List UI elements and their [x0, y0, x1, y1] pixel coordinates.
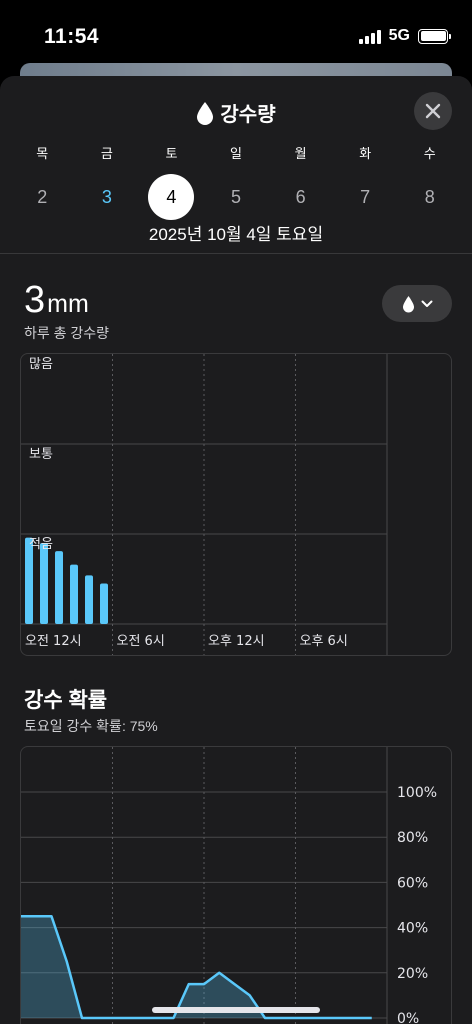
- divider: [0, 253, 472, 254]
- y-level-label: 적음: [29, 537, 53, 552]
- precipitation-probability-svg: 100% 80% 60% 40% 20% 0%: [21, 747, 437, 1024]
- network-type: 5G: [388, 27, 410, 44]
- day-item[interactable]: 금 3: [75, 146, 140, 220]
- y-tick-label: 80%: [397, 830, 428, 846]
- day-number-selected[interactable]: 4: [148, 174, 195, 220]
- week-selector: 목 2 금 3 토 4 일 5 월 6 화 7 수 8: [10, 146, 462, 220]
- day-item[interactable]: 수 8: [397, 146, 462, 220]
- raindrop-icon: [402, 295, 414, 312]
- day-number[interactable]: 2: [19, 174, 65, 220]
- total-subtitle: 하루 총 강수량: [24, 325, 110, 341]
- sheet-title-text: 강수량: [220, 104, 276, 126]
- daily-total: 3 mm: [24, 279, 89, 322]
- day-number[interactable]: 7: [342, 174, 388, 220]
- metric-dropdown-button[interactable]: [382, 285, 452, 322]
- precipitation-bar: [100, 583, 108, 624]
- raindrop-icon: [197, 101, 214, 125]
- day-name: 월: [294, 146, 307, 161]
- precipitation-amount-svg: 많음보통적음 오전 12시 오전 6시 오후 12시 오후 6시: [21, 354, 388, 655]
- close-button[interactable]: [414, 92, 452, 130]
- x-tick-label: 오전 6시: [117, 634, 165, 649]
- y-level-label: 많음: [29, 357, 53, 372]
- precipitation-bar: [55, 551, 63, 624]
- y-tick-label: 100%: [397, 785, 437, 801]
- close-icon: [425, 103, 441, 119]
- day-name: 목: [36, 146, 49, 161]
- day-name: 금: [100, 146, 113, 161]
- day-number[interactable]: 5: [213, 174, 259, 220]
- day-name: 수: [423, 146, 436, 161]
- day-number-today[interactable]: 3: [84, 174, 130, 220]
- y-level-label: 보통: [29, 447, 53, 462]
- day-item[interactable]: 화 7: [333, 146, 398, 220]
- day-item[interactable]: 월 6: [268, 146, 333, 220]
- signal-icon: [358, 28, 381, 44]
- x-tick-label: 오후 6시: [300, 634, 348, 649]
- day-item[interactable]: 목 2: [10, 146, 75, 220]
- precipitation-bar: [85, 575, 93, 624]
- y-tick-label: 0%: [397, 1011, 419, 1024]
- chevron-down-icon: [421, 300, 432, 307]
- status-bar: 11:54 5G: [0, 0, 472, 70]
- x-tick-label: 오전 12시: [25, 634, 82, 649]
- precipitation-bar: [70, 564, 78, 624]
- sheet-title: 강수량: [0, 98, 472, 127]
- day-name: 화: [359, 146, 372, 161]
- x-tick-label: 오후 12시: [208, 634, 265, 649]
- precipitation-sheet: 강수량 목 2 금 3 토 4 일 5 월 6 화 7 수 8 2025년 10…: [0, 76, 472, 1024]
- precipitation-bar: [40, 543, 48, 624]
- day-item[interactable]: 토 4: [139, 146, 204, 220]
- y-tick-label: 20%: [397, 966, 428, 982]
- day-number[interactable]: 6: [278, 174, 324, 220]
- total-unit: mm: [47, 290, 89, 318]
- probability-subtitle: 토요일 강수 확률: 75%: [24, 718, 158, 734]
- total-value: 3: [24, 279, 46, 321]
- precipitation-probability-chart: 100% 80% 60% 40% 20% 0%: [20, 746, 452, 1024]
- probability-title: 강수 확률: [24, 689, 108, 712]
- day-number[interactable]: 8: [407, 174, 453, 220]
- precipitation-amount-chart: 많음보통적음 오전 12시 오전 6시 오후 12시 오후 6시: [20, 353, 452, 656]
- status-indicators: 5G: [358, 27, 451, 45]
- day-name: 토: [165, 146, 178, 161]
- home-indicator[interactable]: [152, 1007, 320, 1013]
- y-tick-label: 40%: [397, 921, 428, 937]
- status-time: 11:54: [44, 25, 100, 48]
- battery-icon: [418, 28, 451, 44]
- day-name: 일: [230, 146, 242, 161]
- selected-date-label: 2025년 10월 4일 토요일: [148, 225, 324, 244]
- day-item[interactable]: 일 5: [204, 146, 269, 220]
- y-tick-label: 60%: [397, 875, 428, 891]
- probability-area: [21, 916, 372, 1018]
